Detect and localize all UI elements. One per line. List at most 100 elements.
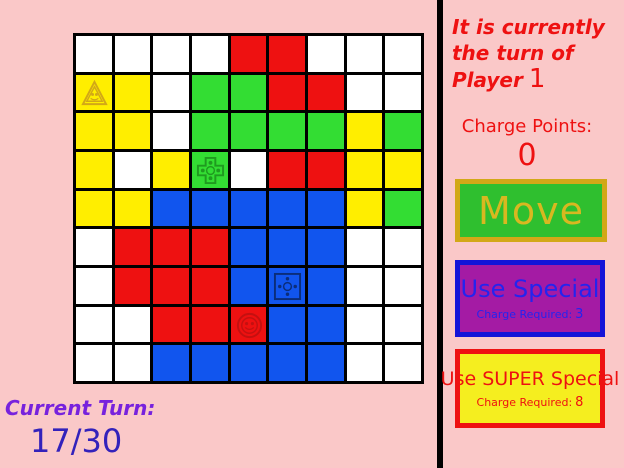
board-cell[interactable] xyxy=(114,113,151,149)
use-special-label: Use Special xyxy=(460,275,600,303)
board-cell[interactable] xyxy=(269,268,305,304)
board-cell[interactable] xyxy=(269,306,305,343)
board-cell[interactable] xyxy=(192,190,228,227)
board-cell[interactable] xyxy=(230,190,267,227)
board-cell[interactable] xyxy=(346,345,383,381)
board-cell[interactable] xyxy=(269,229,305,265)
board-cell[interactable] xyxy=(269,345,305,381)
board-cell[interactable] xyxy=(192,306,228,343)
board-cell[interactable] xyxy=(192,113,228,149)
move-button[interactable]: Move xyxy=(455,179,607,242)
board-cell[interactable] xyxy=(385,74,421,111)
circle-face-icon[interactable] xyxy=(235,311,264,340)
triangle-face-icon[interactable] xyxy=(80,79,109,108)
board-cell[interactable] xyxy=(76,306,112,343)
board-cell[interactable] xyxy=(269,152,305,188)
board-cell[interactable] xyxy=(76,229,112,265)
board-cell[interactable] xyxy=(114,268,151,304)
board-cell[interactable] xyxy=(76,152,112,188)
board-cell[interactable] xyxy=(346,74,383,111)
board-cell[interactable] xyxy=(308,190,344,227)
board-cell[interactable] xyxy=(76,190,112,227)
board-cell[interactable] xyxy=(153,152,189,188)
board-cell[interactable] xyxy=(153,306,189,343)
board-cell[interactable] xyxy=(385,345,421,381)
board-cell[interactable] xyxy=(308,113,344,149)
board-cell[interactable] xyxy=(269,190,305,227)
special-charge-required: Charge Required: 3 xyxy=(477,307,584,322)
board-cell[interactable] xyxy=(230,268,267,304)
board-cell[interactable] xyxy=(153,113,189,149)
super-charge-value: 8 xyxy=(575,395,584,410)
board-cell[interactable] xyxy=(346,152,383,188)
board-cell[interactable] xyxy=(230,113,267,149)
board-cell[interactable] xyxy=(114,306,151,343)
board-cell[interactable] xyxy=(76,113,112,149)
board-cell[interactable] xyxy=(308,74,344,111)
board-cell[interactable] xyxy=(192,268,228,304)
special-charge-value: 3 xyxy=(575,307,584,322)
board-cell[interactable] xyxy=(230,74,267,111)
board-cell[interactable] xyxy=(308,229,344,265)
use-super-special-label: Use SUPER Special xyxy=(440,368,620,390)
square-dots-icon[interactable] xyxy=(273,272,302,301)
board-cell[interactable] xyxy=(308,306,344,343)
board-cell[interactable] xyxy=(269,36,305,72)
board-cell[interactable] xyxy=(76,36,112,72)
board-cell[interactable] xyxy=(76,74,112,111)
board-cell[interactable] xyxy=(346,306,383,343)
board-cell[interactable] xyxy=(230,345,267,381)
board-cell[interactable] xyxy=(308,36,344,72)
board-cell[interactable] xyxy=(346,229,383,265)
current-player-number: 1 xyxy=(528,64,546,94)
board-cell[interactable] xyxy=(385,306,421,343)
board-cell[interactable] xyxy=(153,74,189,111)
board-cell[interactable] xyxy=(346,36,383,72)
current-turn-label: Current Turn: xyxy=(5,396,156,420)
board-cell[interactable] xyxy=(230,229,267,265)
charge-points-label: Charge Points: xyxy=(461,116,593,137)
board-cell[interactable] xyxy=(114,36,151,72)
board-cell[interactable] xyxy=(192,229,228,265)
board-cell[interactable] xyxy=(308,268,344,304)
board-cell[interactable] xyxy=(76,268,112,304)
board-cell[interactable] xyxy=(114,190,151,227)
cross-face-icon[interactable] xyxy=(196,156,225,185)
board-cell[interactable] xyxy=(76,345,112,381)
board-cell[interactable] xyxy=(192,74,228,111)
board-cell[interactable] xyxy=(153,345,189,381)
board-cell[interactable] xyxy=(114,345,151,381)
board-cell[interactable] xyxy=(385,36,421,72)
board-cell[interactable] xyxy=(230,36,267,72)
board-cell[interactable] xyxy=(153,229,189,265)
board-cell[interactable] xyxy=(385,152,421,188)
panel-divider xyxy=(437,0,443,468)
board-cell[interactable] xyxy=(153,190,189,227)
turn-status: It is currently the turn of Player 1 xyxy=(452,14,622,93)
board-cell[interactable] xyxy=(385,190,421,227)
board-cell[interactable] xyxy=(308,345,344,381)
board-cell[interactable] xyxy=(114,229,151,265)
use-special-button[interactable]: Use Special Charge Required: 3 xyxy=(455,260,605,337)
board-cell[interactable] xyxy=(308,152,344,188)
board-cell[interactable] xyxy=(192,345,228,381)
use-super-special-button[interactable]: Use SUPER Special Charge Required: 8 xyxy=(441,349,619,428)
board-cell[interactable] xyxy=(346,190,383,227)
super-charge-label: Charge Required: xyxy=(476,396,573,409)
board-cell[interactable] xyxy=(192,36,228,72)
board-cell[interactable] xyxy=(385,229,421,265)
board-cell[interactable] xyxy=(346,268,383,304)
board-cell[interactable] xyxy=(114,152,151,188)
board-cell[interactable] xyxy=(230,306,267,343)
board-cell[interactable] xyxy=(114,74,151,111)
move-button-label: Move xyxy=(478,188,584,233)
board-cell[interactable] xyxy=(153,268,189,304)
board-cell[interactable] xyxy=(385,113,421,149)
board-cell[interactable] xyxy=(153,36,189,72)
board-cell[interactable] xyxy=(269,113,305,149)
board-cell[interactable] xyxy=(230,152,267,188)
board-cell[interactable] xyxy=(192,152,228,188)
board-cell[interactable] xyxy=(269,74,305,111)
board-cell[interactable] xyxy=(385,268,421,304)
board-cell[interactable] xyxy=(346,113,383,149)
